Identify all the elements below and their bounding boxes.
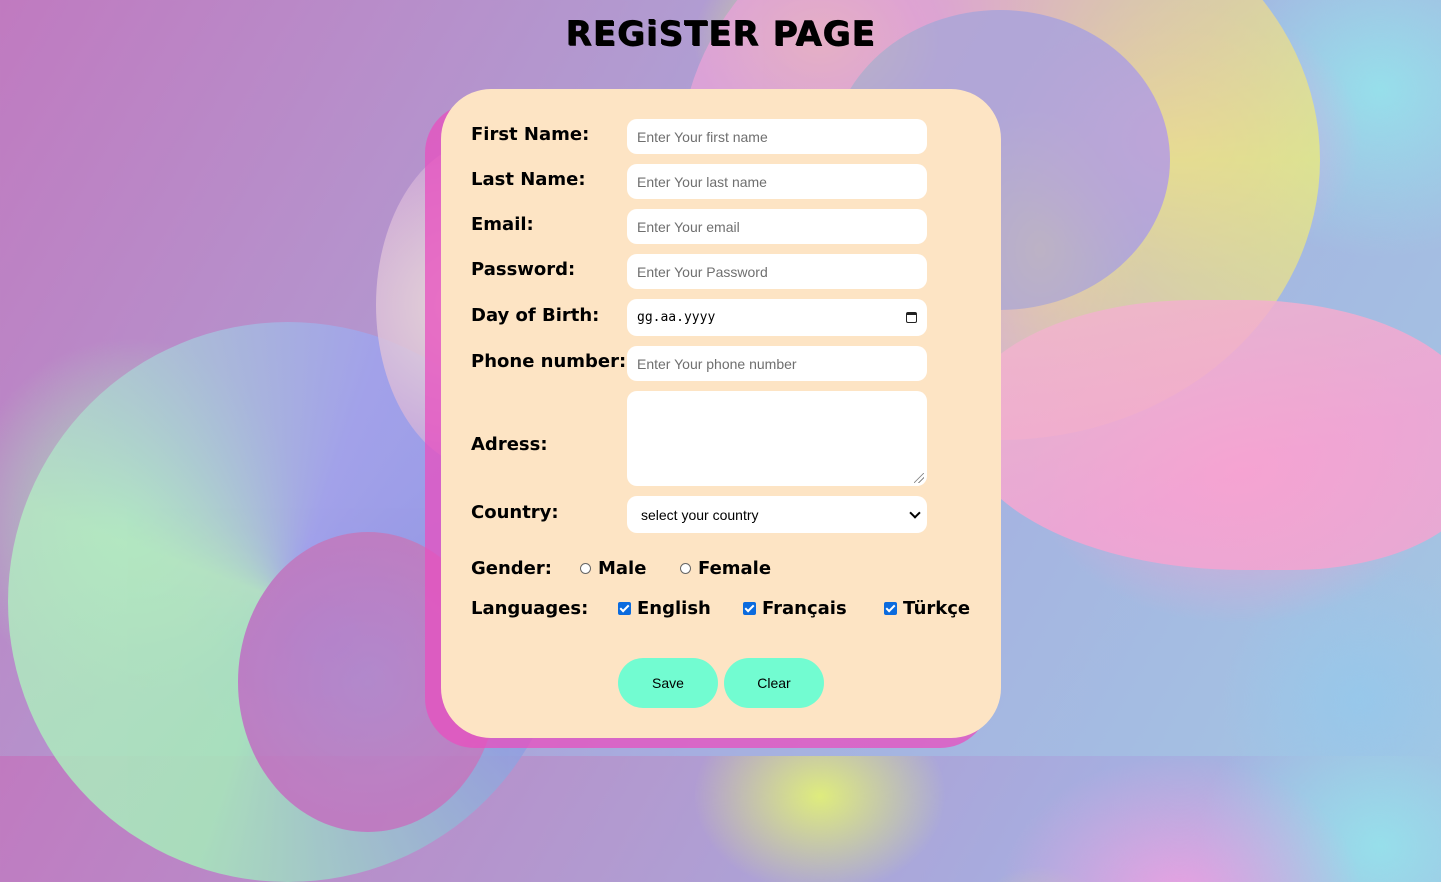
password-label: Password:	[471, 259, 576, 280]
male-radio[interactable]	[580, 563, 591, 574]
languages-label: Languages:	[471, 598, 589, 619]
save-button[interactable]: Save	[618, 658, 718, 708]
address-textarea[interactable]	[627, 391, 927, 486]
clear-button[interactable]: Clear	[724, 658, 824, 708]
phone-label: Phone number:	[471, 351, 627, 372]
french-checkbox[interactable]	[743, 602, 756, 615]
first-name-label: First Name:	[471, 124, 590, 145]
email-input[interactable]	[627, 209, 927, 244]
chevron-down-icon	[909, 506, 921, 519]
page-title: REGiSTER PAGE	[565, 14, 876, 54]
first-name-input[interactable]	[627, 119, 927, 154]
background-shape	[960, 300, 1441, 570]
address-label: Adress:	[471, 434, 548, 455]
birth-date-label: Day of Birth:	[471, 305, 600, 326]
gender-label: Gender:	[471, 558, 552, 579]
email-label: Email:	[471, 214, 534, 235]
turkish-label[interactable]: Türkçe	[903, 598, 970, 619]
birth-date-value: gg.aa.yyyy	[637, 310, 716, 325]
country-label: Country:	[471, 502, 559, 523]
french-label[interactable]: Français	[762, 598, 847, 619]
english-checkbox[interactable]	[618, 602, 631, 615]
phone-input[interactable]	[627, 346, 927, 381]
country-select[interactable]: select your country	[627, 496, 927, 533]
country-select-value: select your country	[641, 506, 759, 523]
english-label[interactable]: English	[637, 598, 711, 619]
female-label[interactable]: Female	[698, 558, 771, 579]
female-radio[interactable]	[680, 563, 691, 574]
calendar-icon[interactable]	[906, 312, 917, 323]
turkish-checkbox[interactable]	[884, 602, 897, 615]
password-input[interactable]	[627, 254, 927, 289]
birth-date-input[interactable]: gg.aa.yyyy	[627, 299, 927, 336]
last-name-input[interactable]	[627, 164, 927, 199]
last-name-label: Last Name:	[471, 169, 586, 190]
resize-handle-icon[interactable]	[914, 473, 924, 483]
male-label[interactable]: Male	[598, 558, 646, 579]
